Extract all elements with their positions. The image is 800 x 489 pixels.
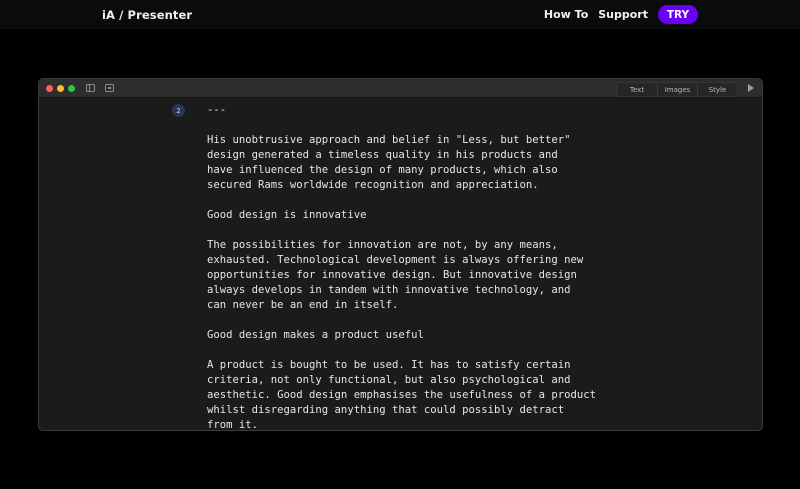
editor-line: A product is bought to be used. It has t… [207, 359, 571, 371]
editor-line: The possibilities for innovation are not… [207, 239, 558, 251]
close-window-button[interactable] [46, 85, 53, 92]
slide-number-badge: 2 [172, 104, 185, 117]
play-icon[interactable] [748, 84, 754, 92]
editor-line: from it. [207, 419, 259, 431]
tab-images[interactable]: Images [657, 83, 697, 96]
editor-line: can never be an end in itself. [207, 299, 399, 311]
nav-support[interactable]: Support [598, 8, 648, 21]
text-editor[interactable]: 2 --- His unobtrusive approach and belief… [39, 99, 762, 431]
minimize-window-button[interactable] [57, 85, 64, 92]
editor-line: His unobtrusive approach and belief in "… [207, 134, 571, 146]
editor-line: exhausted. Technological development is … [207, 254, 584, 266]
editor-line: always develops in tandem with innovativ… [207, 284, 571, 296]
editor-line: design generated a timeless quality in h… [207, 149, 558, 161]
editor-line: opportunities for innovative design. But… [207, 269, 577, 281]
editor-line: Good design makes a product useful [207, 329, 424, 341]
app-window: Text Images Style 2 --- His unobtrusive a… [38, 78, 763, 431]
tab-text[interactable]: Text [617, 83, 657, 96]
editor-line: have influenced the design of many produ… [207, 164, 558, 176]
site-header: iA / Presenter How To Support TRY [0, 0, 800, 29]
view-tabs: Text Images Style [616, 82, 738, 97]
editor-line: Good design is innovative [207, 209, 367, 221]
editor-line: secured Rams worldwide recognition and a… [207, 179, 539, 191]
window-controls [46, 85, 75, 92]
window-titlebar: Text Images Style [39, 79, 762, 98]
brand-logo[interactable]: iA / Presenter [102, 8, 192, 22]
zoom-window-button[interactable] [68, 85, 75, 92]
try-button[interactable]: TRY [658, 5, 698, 24]
editor-line: whilst disregarding anything that could … [207, 404, 565, 416]
editor-content[interactable]: --- His unobtrusive approach and belief i… [207, 103, 727, 431]
tab-style[interactable]: Style [697, 83, 737, 96]
preview-toggle-icon[interactable] [105, 84, 114, 92]
sidebar-toggle-icon[interactable] [86, 84, 95, 92]
site-nav: How To Support TRY [544, 5, 698, 24]
nav-how-to[interactable]: How To [544, 8, 588, 21]
editor-line: criteria, not only functional, but also … [207, 374, 571, 386]
editor-line: --- [207, 104, 227, 116]
editor-line: aesthetic. Good design emphasises the us… [207, 389, 597, 401]
